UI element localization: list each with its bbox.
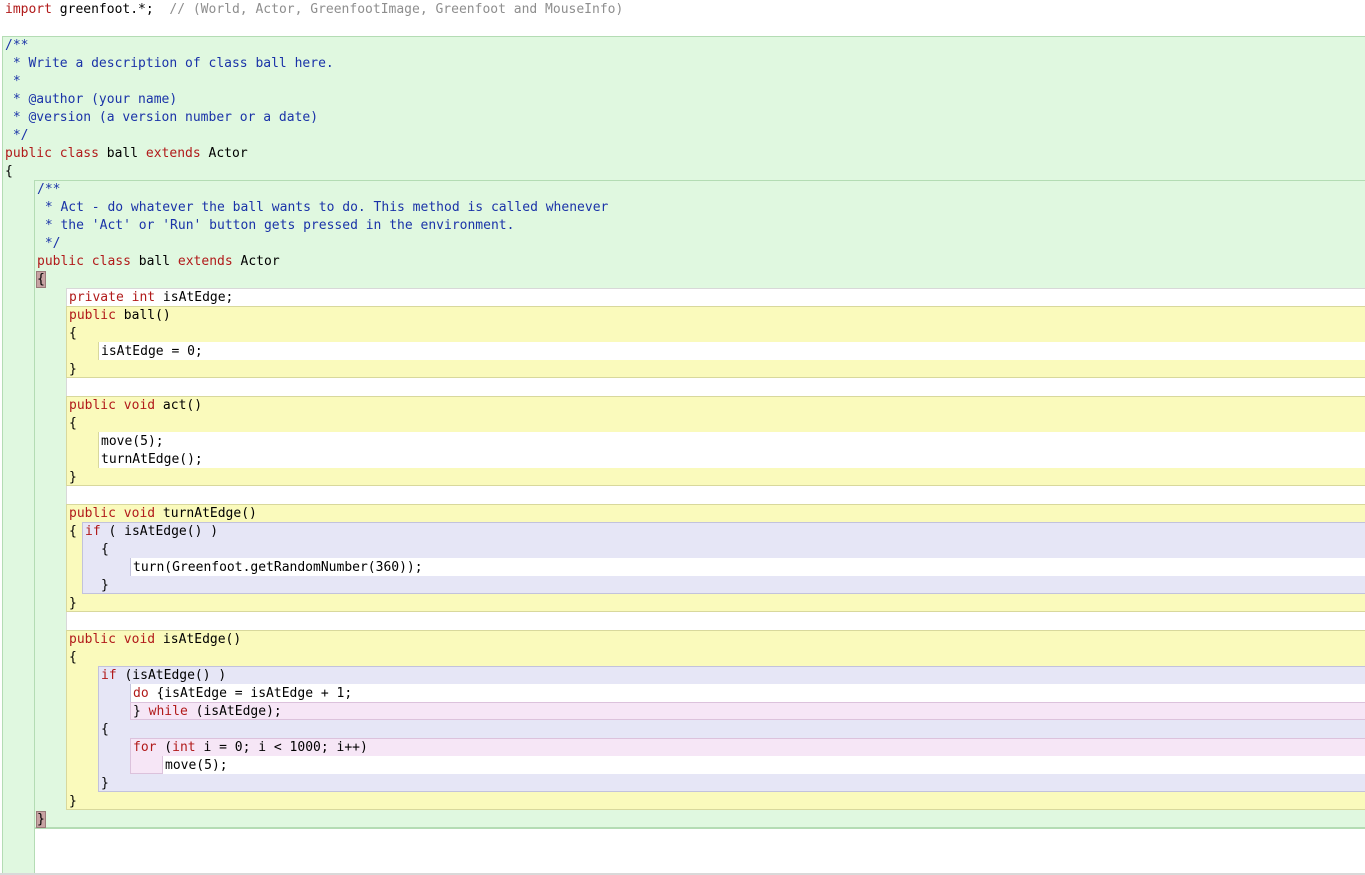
open-brace: { (69, 326, 77, 341)
field-name: isAtEdge; (155, 290, 234, 305)
keyword: for (133, 740, 157, 755)
keyword: while (148, 704, 188, 719)
import-comment: // (World, Actor, GreenfootImage, Greenf… (153, 2, 624, 17)
method-declaration-act: public void act() (69, 397, 202, 415)
if-statement: if (isAtEdge() ) (101, 667, 226, 685)
statement: isAtEdge = 0; (101, 344, 203, 359)
superclass-name: Actor (232, 254, 280, 269)
statement: move(5); (165, 758, 228, 773)
if-statement: if ( isAtEdge() ) (85, 523, 218, 541)
open-brace: { (69, 524, 77, 539)
condition: (isAtEdge); (187, 704, 282, 719)
method-signature: isAtEdge() (155, 632, 242, 647)
close-brace: } (101, 578, 109, 593)
doc-comment-line: * the 'Act' or 'Run' button gets pressed… (37, 218, 515, 233)
condition: ( isAtEdge() ) (100, 524, 219, 539)
open-brace: { (69, 416, 77, 431)
method-signature: ball() (115, 308, 171, 323)
statement: turnAtEdge(); (101, 452, 203, 467)
doc-comment-line: * @version (a version number or a date) (5, 110, 319, 125)
keyword: public (69, 506, 116, 521)
import-target: greenfoot.*; (51, 2, 154, 17)
keyword: private (69, 290, 124, 305)
class-declaration: public class ball extends Actor (5, 145, 248, 163)
inner-class-declaration: public class ball extends Actor (37, 253, 280, 271)
do-statement: do {isAtEdge = isAtEdge + 1; (133, 685, 352, 703)
keyword: if (85, 524, 101, 539)
inner-class-open-brace: { (36, 271, 46, 289)
constructor-declaration: public ball() (69, 307, 171, 325)
keyword: public (69, 632, 116, 647)
doc-comment-line: * Act - do whatever the ball wants to do… (37, 200, 609, 215)
keyword: extends (145, 146, 201, 161)
keyword: do (133, 686, 149, 701)
close-brace: } (69, 470, 77, 485)
matched-brace: { (36, 271, 46, 288)
keyword: void (115, 632, 156, 647)
class-name: ball (98, 146, 146, 161)
do-while-scope (130, 702, 1365, 720)
doc-comment-line: /** (5, 38, 29, 53)
class-open-brace: { (5, 164, 13, 179)
keyword: public (37, 254, 84, 269)
method-signature: turnAtEdge() (155, 506, 257, 521)
close-brace: } (101, 776, 109, 791)
paren: ( (156, 740, 173, 755)
open-brace: { (69, 650, 77, 665)
close-brace: } (69, 794, 77, 809)
keyword: public (69, 398, 116, 413)
superclass-name: Actor (200, 146, 248, 161)
class-body-margin (34, 828, 1365, 873)
doc-comment-line: * @author (your name) (5, 92, 178, 107)
field-declaration: private int isAtEdge; (69, 289, 233, 307)
doc-comment-line: /** (37, 182, 61, 197)
keyword: int (123, 290, 156, 305)
statement: {isAtEdge = isAtEdge + 1; (148, 686, 353, 701)
open-brace: { (101, 722, 109, 737)
code-editor[interactable]: import greenfoot.*; // (World, Actor, Gr… (0, 0, 1365, 875)
inner-class-close-brace: } (36, 811, 46, 829)
open-brace: { (101, 542, 109, 557)
keyword: int (172, 740, 196, 755)
keyword: extends (177, 254, 233, 269)
while-statement: } while (isAtEdge); (133, 703, 282, 721)
keyword: public (5, 146, 52, 161)
statement: move(5); (101, 434, 164, 449)
keyword: class (51, 146, 99, 161)
close-brace: } (69, 596, 77, 611)
loop-header: i = 0; i < 1000; i++) (195, 740, 368, 755)
close-brace: } (133, 704, 149, 719)
import-line: import greenfoot.*; // (World, Actor, Gr… (5, 1, 623, 19)
class-name: ball (130, 254, 178, 269)
matched-brace: } (36, 811, 46, 828)
doc-comment-line: */ (37, 236, 61, 251)
constructor-body (98, 342, 1365, 360)
for-body (162, 756, 1365, 774)
doc-comment-line: * Write a description of class ball here… (5, 56, 334, 71)
for-statement: for (int i = 0; i < 1000; i++) (133, 739, 368, 757)
keyword: void (115, 398, 156, 413)
method-declaration-turn-at-edge: public void turnAtEdge() (69, 505, 257, 523)
close-brace: } (69, 362, 77, 377)
doc-comment-line: */ (5, 128, 29, 143)
keyword: class (83, 254, 131, 269)
doc-comment-line: * (5, 74, 21, 89)
condition: (isAtEdge() ) (116, 668, 227, 683)
keyword: if (101, 668, 117, 683)
keyword: public (69, 308, 116, 323)
method-declaration-is-at-edge: public void isAtEdge() (69, 631, 241, 649)
keyword: void (115, 506, 156, 521)
keyword: import (5, 2, 52, 17)
statement: turn(Greenfoot.getRandomNumber(360)); (133, 560, 423, 575)
act-method-body (98, 432, 1365, 468)
method-signature: act() (155, 398, 203, 413)
